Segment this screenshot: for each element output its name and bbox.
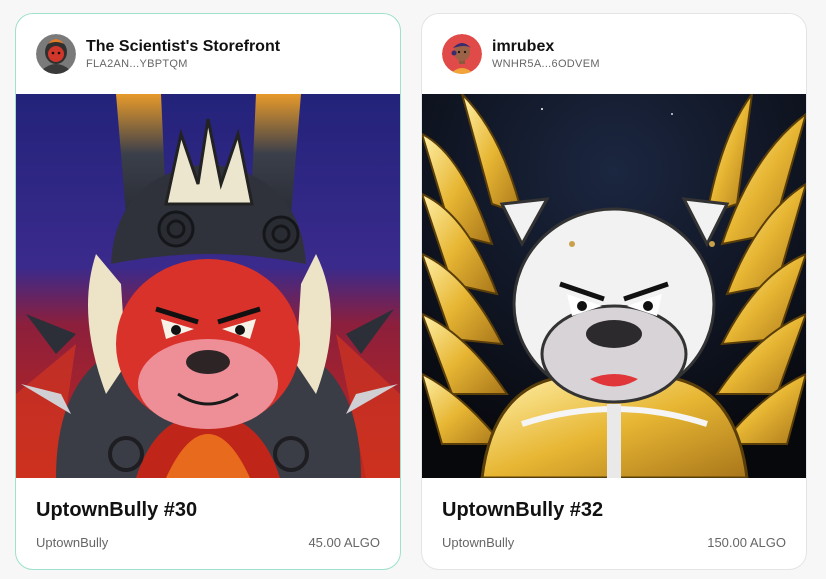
owner-address: FLA2AN...YBPTQM <box>86 58 188 70</box>
collection-name[interactable]: UptownBully <box>36 535 108 550</box>
red-bulldog-avatar-icon[interactable] <box>36 34 76 74</box>
owner-name[interactable]: The Scientist's Storefront <box>86 37 280 56</box>
white-bulldog-golden-wings-artwork[interactable] <box>422 94 806 478</box>
nft-card[interactable]: The Scientist's Storefront FLA2AN...YBPT… <box>15 13 401 570</box>
nft-title[interactable]: UptownBully #32 <box>442 498 786 522</box>
nft-card-grid: The Scientist's Storefront FLA2AN...YBPT… <box>0 0 826 579</box>
price-label: 45.00 ALGO <box>308 535 380 550</box>
nft-title[interactable]: UptownBully #30 <box>36 498 380 522</box>
owner-name[interactable]: imrubex <box>492 37 600 56</box>
price-label: 150.00 ALGO <box>707 535 786 550</box>
cartoon-person-avatar-icon[interactable] <box>442 34 482 74</box>
red-bulldog-warrior-artwork[interactable] <box>16 94 400 478</box>
card-header: The Scientist's Storefront FLA2AN...YBPT… <box>16 14 400 94</box>
card-header: imrubex WNHR5A...6ODVEM <box>422 14 806 94</box>
nft-card[interactable]: imrubex WNHR5A...6ODVEM UptownBully #32 … <box>421 13 807 570</box>
owner-address: WNHR5A...6ODVEM <box>492 58 600 70</box>
collection-name[interactable]: UptownBully <box>442 535 514 550</box>
